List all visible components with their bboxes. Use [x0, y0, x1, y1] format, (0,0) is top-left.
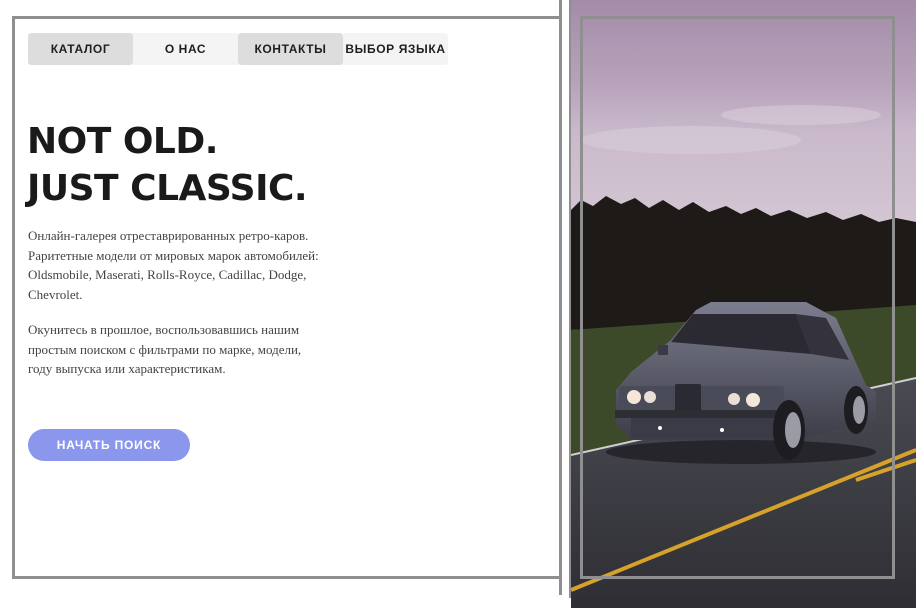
hero-description: Онлайн-галерея отреставрированных ретро-…	[28, 228, 319, 302]
nav-catalog[interactable]: КАТАЛОГ	[28, 33, 133, 65]
divider-line-1	[559, 0, 562, 595]
hero-search-description: Окунитесь в прошлое, воспользовавшись на…	[28, 322, 302, 377]
start-search-button[interactable]: НАЧАТЬ ПОИСК	[28, 429, 190, 461]
nav-about[interactable]: О НАС	[133, 33, 238, 65]
frame-right	[580, 16, 895, 579]
main-nav: КАТАЛОГ О НАС КОНТАКТЫ ВЫБОР ЯЗЫКА	[28, 33, 448, 65]
nav-language[interactable]: ВЫБОР ЯЗЫКА	[343, 33, 448, 65]
hero-title-line1: NOT OLD.	[27, 121, 218, 162]
hero-title-line2: JUST CLASSIC.	[27, 168, 308, 209]
hero-title: NOT OLD. JUST CLASSIC.	[27, 118, 308, 212]
nav-contacts[interactable]: КОНТАКТЫ	[238, 33, 343, 65]
